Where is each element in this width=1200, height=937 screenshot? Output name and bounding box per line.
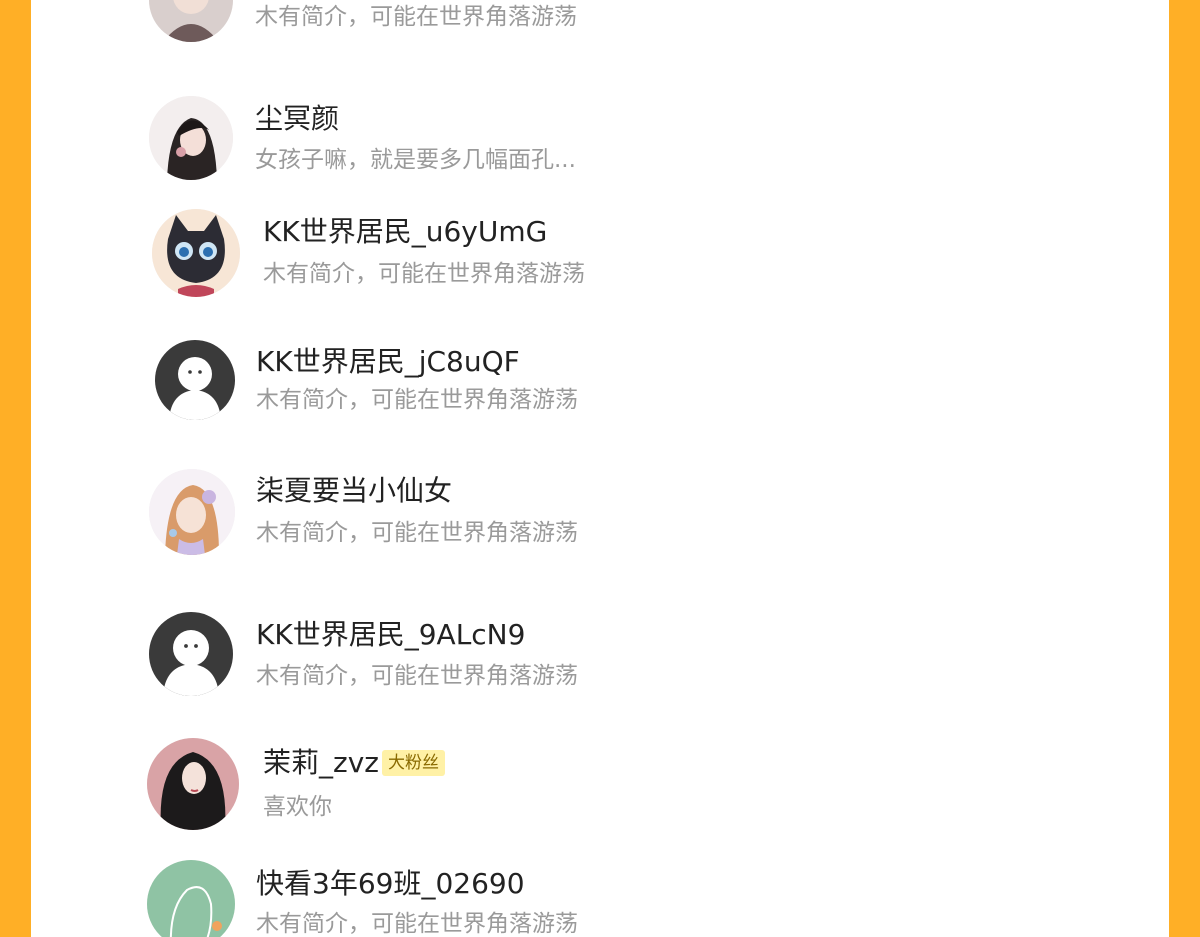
list-item[interactable]: 木有简介，可能在世界角落游荡 bbox=[31, 0, 1169, 50]
user-bio: 木有简介，可能在世界角落游荡 bbox=[256, 663, 578, 689]
user-bio: 木有简介，可能在世界角落游荡 bbox=[263, 261, 585, 287]
list-item[interactable]: 尘冥颜 女孩子嘛，就是要多几幅面孔... bbox=[31, 87, 1169, 197]
avatar[interactable] bbox=[149, 96, 233, 180]
user-bio: 木有简介，可能在世界角落游荡 bbox=[256, 387, 578, 413]
user-bio: 木有简介，可能在世界角落游荡 bbox=[256, 911, 578, 937]
black-cat-icon bbox=[152, 209, 240, 297]
user-name[interactable]: KK世界居民_u6yUmG bbox=[263, 215, 547, 249]
avatar[interactable] bbox=[152, 209, 240, 297]
user-name[interactable]: 尘冥颜 bbox=[255, 102, 339, 136]
avatar[interactable] bbox=[149, 469, 235, 555]
list-item[interactable]: KK世界居民_9ALcN9 木有简介，可能在世界角落游荡 bbox=[31, 600, 1169, 710]
user-name[interactable]: 柒夏要当小仙女 bbox=[256, 474, 452, 508]
default-ghost-icon bbox=[149, 612, 233, 696]
default-ghost-icon bbox=[155, 340, 235, 420]
user-name[interactable]: 茉莉_zvz 大粉丝 bbox=[263, 746, 445, 780]
fan-badge: 大粉丝 bbox=[381, 750, 445, 776]
green-silhouette-icon bbox=[147, 860, 235, 937]
girl-portrait-icon bbox=[149, 0, 233, 42]
list-item[interactable]: 柒夏要当小仙女 木有简介，可能在世界角落游荡 bbox=[31, 460, 1169, 570]
list-item[interactable]: KK世界居民_jC8uQF 木有简介，可能在世界角落游荡 bbox=[31, 330, 1169, 440]
user-name[interactable]: KK世界居民_9ALcN9 bbox=[256, 618, 525, 652]
user-name[interactable]: KK世界居民_jC8uQF bbox=[256, 345, 520, 379]
avatar[interactable] bbox=[147, 860, 235, 937]
user-bio: 喜欢你 bbox=[263, 794, 332, 820]
list-item[interactable]: 茉莉_zvz 大粉丝 喜欢你 bbox=[31, 728, 1169, 838]
avatar[interactable] bbox=[149, 612, 233, 696]
user-bio: 木有简介，可能在世界角落游荡 bbox=[255, 4, 577, 30]
avatar[interactable] bbox=[149, 0, 233, 42]
dark-hair-girl-icon bbox=[147, 738, 239, 830]
user-name[interactable]: 快看3年69班_02690 bbox=[256, 867, 525, 901]
list-item[interactable]: KK世界居民_u6yUmG 木有简介，可能在世界角落游荡 bbox=[31, 200, 1169, 310]
user-name-text[interactable]: 茉莉_zvz bbox=[263, 746, 379, 779]
anime-girl-icon bbox=[149, 469, 235, 555]
list-item[interactable]: 快看3年69班_02690 木有简介，可能在世界角落游荡 bbox=[31, 850, 1169, 937]
follower-list: 木有简介，可能在世界角落游荡 尘冥颜 女孩子嘛，就是要多几幅面孔... KK世界… bbox=[31, 0, 1169, 937]
avatar[interactable] bbox=[147, 738, 239, 830]
avatar[interactable] bbox=[155, 340, 235, 420]
user-bio: 木有简介，可能在世界角落游荡 bbox=[256, 520, 578, 546]
girl-portrait-icon bbox=[149, 96, 233, 180]
user-bio: 女孩子嘛，就是要多几幅面孔... bbox=[255, 147, 576, 173]
